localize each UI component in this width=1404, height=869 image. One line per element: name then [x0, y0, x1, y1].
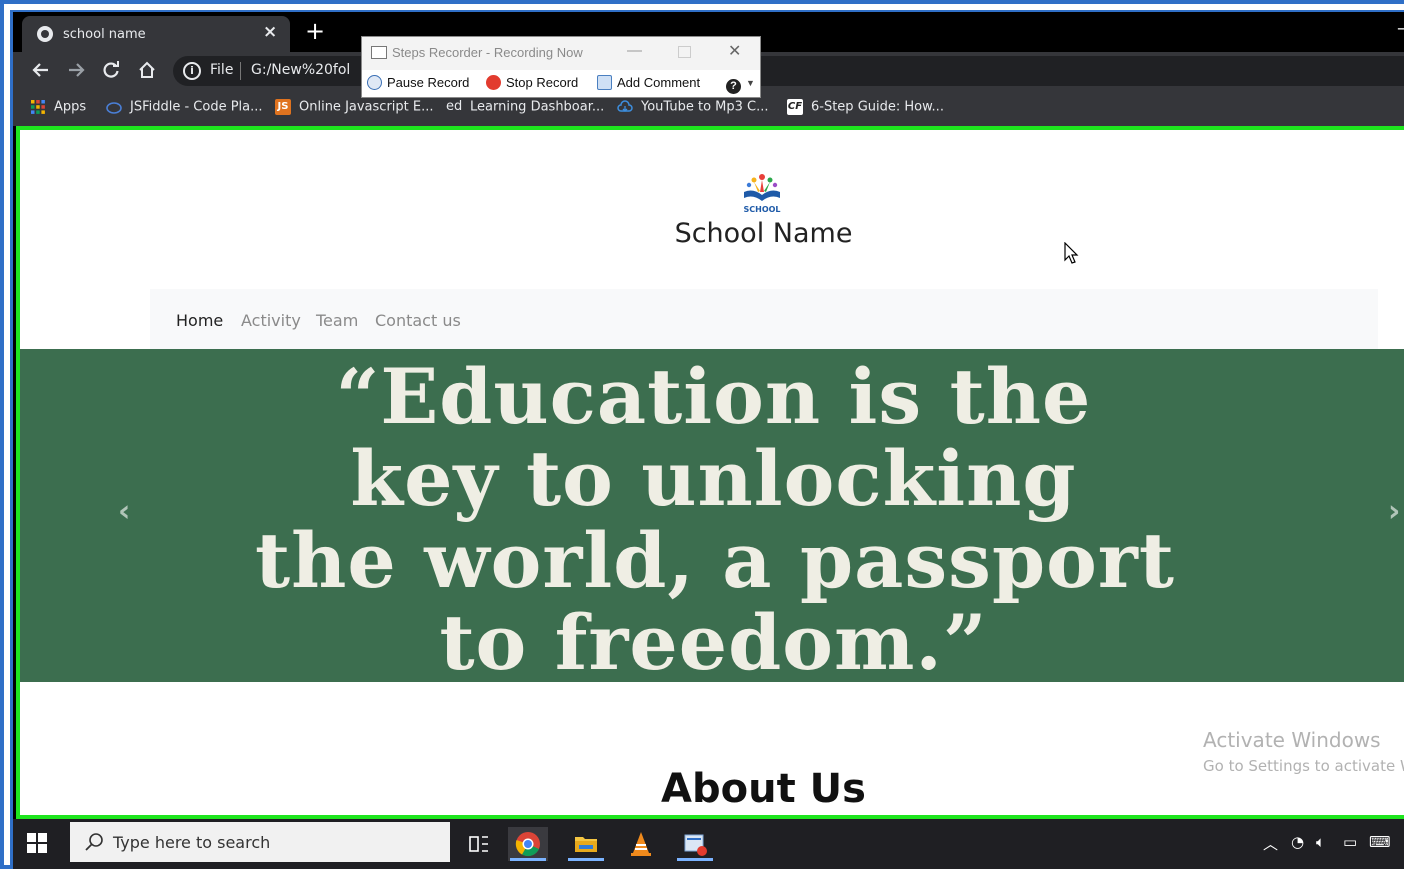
stop-record-button[interactable]: Stop Record: [486, 75, 578, 90]
show-hidden-icons-chevron-icon[interactable]: ︿: [1263, 833, 1278, 854]
carousel-prev-button[interactable]: ‹: [118, 494, 130, 529]
comment-icon: [597, 75, 612, 90]
bookmark-apps[interactable]: Apps: [30, 99, 86, 115]
cf-icon: CF: [787, 99, 803, 115]
search-placeholder: Type here to search: [113, 833, 271, 852]
steps-recorder-title: Steps Recorder - Recording Now: [392, 45, 583, 60]
task-view-icon[interactable]: [459, 827, 499, 861]
notification-icon[interactable]: ▭: [1343, 833, 1357, 851]
volume-icon[interactable]: 🔈︎: [1316, 833, 1325, 851]
steps-recorder-toolbar: Pause Record Stop Record Add Comment ? ▼: [362, 70, 760, 97]
bookmark-youtube-mp3[interactable]: YouTube to Mp3 C...: [617, 99, 769, 115]
minimize-window-button[interactable]: –: [1397, 18, 1404, 39]
jsfiddle-icon: [106, 102, 122, 114]
windows-taskbar: Type here to search ︿ ◔ 🔈︎ ▭ ⌨︎: [13, 819, 1404, 869]
bookmark-label: JSFiddle - Code Pla...: [130, 99, 263, 115]
info-icon[interactable]: i: [183, 62, 201, 80]
steps-close-button[interactable]: ✕: [728, 41, 741, 61]
bookmark-label: 6-Step Guide: How...: [811, 99, 944, 115]
tab-title: school name: [63, 27, 146, 42]
nav-activity[interactable]: Activity: [241, 311, 301, 330]
steps-recorder-taskbar-button[interactable]: [675, 827, 715, 861]
hero-quote-line: the world, a passport: [255, 516, 1175, 605]
hero-quote-line: key to unlocking: [350, 434, 1077, 523]
vlc-icon[interactable]: [621, 827, 661, 861]
steps-recorder-app-icon: [371, 46, 387, 59]
bookmark-jsfiddle[interactable]: JSFiddle - Code Pla...: [106, 99, 263, 115]
forward-arrow-icon[interactable]: [66, 60, 86, 80]
browser-window: school name × + – i File G:/New%20fol Ap…: [10, 10, 1404, 869]
steps-minimize-button[interactable]: —: [627, 42, 642, 59]
carousel-next-button[interactable]: ›: [1388, 494, 1400, 529]
about-us-heading: About Us: [661, 766, 866, 812]
add-comment-label: Add Comment: [617, 75, 701, 90]
address-bar[interactable]: i File G:/New%20fol: [173, 56, 1404, 86]
steps-recorder-window: Steps Recorder - Recording Now — ✕ Pause…: [361, 36, 761, 98]
windows-start-icon[interactable]: [27, 833, 47, 853]
nav-team[interactable]: Team: [316, 311, 358, 330]
active-indicator: [568, 858, 604, 861]
edx-icon: ed: [446, 99, 463, 114]
pause-record-button[interactable]: Pause Record: [367, 75, 469, 90]
steps-maximize-button[interactable]: [678, 46, 691, 58]
cloud-download-icon: [617, 100, 633, 112]
bookmark-label: Online Javascript E...: [299, 99, 434, 115]
back-arrow-icon[interactable]: [31, 60, 51, 80]
bookmark-label: Learning Dashboar...: [470, 99, 605, 115]
stop-icon: [486, 75, 501, 90]
active-indicator: [677, 858, 713, 861]
reload-icon[interactable]: [101, 60, 121, 80]
school-logo-icon: SCHOOL: [743, 174, 781, 214]
steps-recorder-icon: [684, 834, 707, 856]
bookmark-label: Apps: [54, 99, 87, 115]
new-tab-button[interactable]: +: [305, 17, 325, 45]
school-name-heading: School Name: [674, 218, 853, 249]
hero-carousel: “Education is the key to unlocking the w…: [20, 349, 1404, 682]
chrome-taskbar-button[interactable]: [508, 827, 548, 861]
help-icon: ?: [726, 79, 741, 94]
hero-quote-line: to freedom.”: [439, 598, 988, 683]
bookmark-learning-dashboard[interactable]: ed Learning Dashboar...: [446, 99, 604, 115]
bookmark-label: YouTube to Mp3 C...: [641, 99, 769, 115]
add-comment-button[interactable]: Add Comment: [597, 75, 700, 90]
pause-record-label: Pause Record: [387, 75, 470, 90]
chrome-icon: [515, 832, 540, 857]
bookmark-6-step-guide[interactable]: CF 6-Step Guide: How...: [787, 99, 944, 115]
keyboard-icon[interactable]: ⌨︎: [1369, 833, 1391, 851]
apps-grid-icon: [31, 100, 45, 114]
hero-quote-line: “Education is the: [335, 352, 1092, 441]
url-text[interactable]: G:/New%20fol: [251, 62, 350, 78]
chevron-down-icon: ▼: [746, 78, 755, 88]
help-dropdown-button[interactable]: ? ▼: [726, 74, 755, 94]
wifi-icon[interactable]: ◔: [1291, 833, 1304, 851]
search-icon: [85, 833, 103, 851]
activate-windows-subtext: Go to Settings to activate Windows.: [1203, 757, 1404, 775]
folder-icon: [575, 837, 597, 852]
divider: [240, 62, 241, 80]
taskbar-search-box[interactable]: Type here to search: [70, 822, 450, 862]
close-tab-icon[interactable]: ×: [263, 22, 277, 42]
pause-icon: [367, 75, 382, 90]
js-icon: JS: [275, 99, 291, 115]
page-viewport: SCHOOL School Name Home Activity Team Co…: [16, 126, 1404, 819]
site-navbar: Home Activity Team Contact us: [150, 289, 1378, 349]
browser-tab[interactable]: school name ×: [22, 16, 290, 52]
file-explorer-taskbar-button[interactable]: [566, 827, 606, 861]
logo-text: SCHOOL: [743, 205, 780, 214]
nav-home[interactable]: Home: [176, 311, 223, 330]
nav-contact-us[interactable]: Contact us: [375, 311, 461, 330]
globe-icon: [37, 26, 53, 42]
url-scheme-label: File: [210, 62, 234, 78]
activate-windows-watermark: Activate Windows: [1203, 728, 1381, 752]
mouse-cursor-icon: [1064, 242, 1079, 264]
stop-record-label: Stop Record: [506, 75, 579, 90]
active-indicator: [510, 858, 546, 861]
home-icon[interactable]: [137, 60, 157, 80]
bookmark-online-js[interactable]: JS Online Javascript E...: [275, 99, 434, 115]
